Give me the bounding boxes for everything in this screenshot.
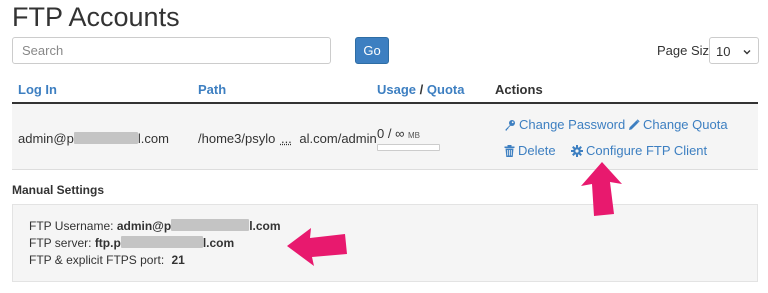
pointer-arrow-icon [287,228,347,266]
change-quota-label: Change Quota [643,117,728,132]
ftp-server-value: ftp.p l.com [95,236,234,250]
ftp-port-value: 21 [171,253,185,267]
login-prefix: admin@p [18,131,74,146]
ftp-server-suffix: l.com [202,236,235,250]
page-size-select[interactable]: 10 [709,37,759,64]
redacted-block [171,219,250,231]
configure-ftp-client-link[interactable]: Configure FTP Client [571,143,707,158]
delete-link[interactable]: Delete [504,143,556,158]
change-password-label: Change Password [519,117,626,132]
ftp-server-prefix: ftp.p [94,236,121,250]
path-ellipsis[interactable]: ... [281,131,292,146]
ftp-username-suffix: l.com [249,219,281,233]
page-title: FTP Accounts [12,2,180,32]
ftp-server-line: FTP server: ftp.p l.com [29,236,234,250]
path-cell: /home3/psylo ... al.com/admin [198,131,377,146]
delete-label: Delete [518,143,556,158]
change-password-link[interactable]: Change Password [504,117,625,132]
ftp-server-label: FTP server: [29,236,92,250]
path-suffix: al.com/admin [299,131,377,146]
ftp-username-line: FTP Username: admin@p l.com [29,219,281,233]
table-row: admin@p l.com /home3/psylo ... al.com/adm… [12,104,758,170]
page-size-value: 10 [716,44,731,59]
header-login[interactable]: Log In [18,82,57,97]
header-slash: / [419,82,424,97]
usage-value: 0 / ∞ [377,126,405,141]
redacted-block [73,132,138,144]
ftp-username-prefix: admin@p [116,219,172,233]
header-quota[interactable]: Quota [427,82,465,97]
gear-icon [571,145,583,157]
manual-settings-panel: FTP Username: admin@p l.com FTP server: f… [12,204,758,282]
key-icon [505,120,515,131]
configure-ftp-client-label: Configure FTP Client [586,143,708,158]
change-quota-link[interactable]: Change Quota [628,117,728,132]
chevron-down-icon [743,50,751,55]
trash-icon [504,145,515,157]
path-prefix: /home3/psylo [198,131,276,146]
header-path[interactable]: Path [198,82,226,97]
page-size-label: Page Size [657,43,717,58]
header-usage-quota: Usage / Quota [377,82,464,97]
ftp-username-label: FTP Username: [29,219,114,233]
usage-progress-bar [377,144,440,151]
usage-cell: 0 / ∞ MB [377,126,420,141]
pointer-arrow-icon [581,162,622,216]
ftp-username-value: admin@p l.com [117,219,281,233]
usage-unit: MB [407,131,420,140]
pencil-icon [629,119,640,130]
ftp-port-label: FTP & explicit FTPS port: [29,253,165,267]
ftp-port-line: FTP & explicit FTPS port: 21 [29,253,185,267]
go-button[interactable]: Go [355,37,389,64]
manual-settings-title: Manual Settings [12,183,105,197]
login-cell: admin@p l.com [18,131,169,146]
redacted-block [120,236,203,248]
header-actions: Actions [495,82,543,97]
header-usage[interactable]: Usage [377,82,416,97]
search-input[interactable] [12,37,331,64]
login-suffix: l.com [137,131,169,146]
